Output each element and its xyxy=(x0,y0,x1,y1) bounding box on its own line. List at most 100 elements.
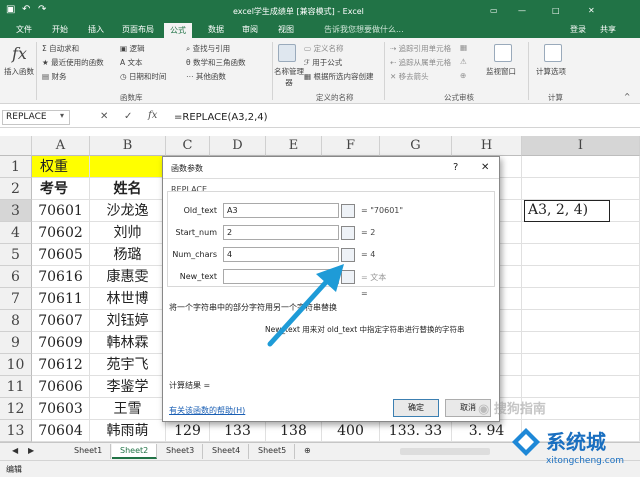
cell-a4[interactable]: 70602 xyxy=(32,222,90,244)
dialog-close-button[interactable]: ✕ xyxy=(481,162,489,173)
financial-button[interactable]: ▤ 财务 xyxy=(42,71,66,82)
collapse-ribbon-icon[interactable]: ^ xyxy=(624,92,630,101)
row-header[interactable]: 6 xyxy=(0,266,32,288)
column-header-h[interactable]: H xyxy=(452,136,522,156)
undo-icon[interactable]: ↶ xyxy=(22,4,30,15)
ok-button[interactable]: 确定 xyxy=(393,399,439,417)
row-header[interactable]: 7 xyxy=(0,288,32,310)
watch-window-button[interactable]: 监视窗口 xyxy=(486,66,516,77)
remove-arrows-button[interactable]: ✕ 移去箭头 xyxy=(390,71,429,82)
use-in-formula-button[interactable]: ℱ 用于公式 xyxy=(304,57,342,68)
sheet-tab-3[interactable]: Sheet3 xyxy=(158,444,204,459)
row-header[interactable]: 9 xyxy=(0,332,32,354)
calculator-icon[interactable] xyxy=(544,44,562,62)
tab-formulas[interactable]: 公式 xyxy=(164,23,192,38)
column-header-g[interactable]: G xyxy=(380,136,452,156)
calculation-options-button[interactable]: 计算选项 xyxy=(536,66,566,77)
sheet-tab-1[interactable]: Sheet1 xyxy=(66,444,112,459)
evaluate-formula-icon[interactable]: ⊕ xyxy=(460,71,466,80)
cell-b5[interactable]: 杨璐 xyxy=(90,244,166,266)
cell-a13[interactable]: 70604 xyxy=(32,420,90,442)
cell-a5[interactable]: 70605 xyxy=(32,244,90,266)
cancel-icon[interactable]: ✕ xyxy=(100,111,108,122)
collapse-dialog-icon[interactable] xyxy=(341,204,355,218)
cell-i2[interactable] xyxy=(522,178,640,200)
cell-b7[interactable]: 林世博 xyxy=(90,288,166,310)
cell-b3[interactable]: 沙龙逸 xyxy=(90,200,166,222)
cell-i3-editing[interactable]: A3, 2, 4) xyxy=(524,200,610,222)
cell-a2[interactable]: 考号 xyxy=(32,178,90,200)
arg-input[interactable]: 4 xyxy=(223,247,339,262)
arg-input[interactable]: A3 xyxy=(223,203,339,218)
column-header-f[interactable]: F xyxy=(322,136,380,156)
tab-insert[interactable]: 插入 xyxy=(86,24,106,35)
cell-a12[interactable]: 70603 xyxy=(32,398,90,420)
insert-function-icon[interactable]: fx xyxy=(12,44,30,63)
row-header[interactable]: 12 xyxy=(0,398,32,420)
row-header[interactable]: 13 xyxy=(0,420,32,442)
cell-a9[interactable]: 70609 xyxy=(32,332,90,354)
cell-i1[interactable] xyxy=(522,156,640,178)
cell-b11[interactable]: 李鉴学 xyxy=(90,376,166,398)
dialog-help-button[interactable]: ? xyxy=(453,162,458,173)
recent-functions-button[interactable]: ★ 最近使用的函数 xyxy=(42,57,104,68)
close-button[interactable]: ✕ xyxy=(588,6,595,15)
minimize-button[interactable]: — xyxy=(518,6,526,15)
tell-me-search[interactable]: 告诉我您想要做什么... xyxy=(322,24,406,35)
maximize-button[interactable]: □ xyxy=(552,6,560,15)
create-from-selection-button[interactable]: ▦ 根据所选内容创建 xyxy=(304,71,373,82)
select-all-corner[interactable] xyxy=(0,136,32,156)
horizontal-scrollbar[interactable] xyxy=(400,448,490,455)
row-header[interactable]: 1 xyxy=(0,156,32,178)
ribbon-display-icon[interactable]: ▭ xyxy=(490,6,498,15)
sheet-tab-4[interactable]: Sheet4 xyxy=(204,444,250,459)
name-box-dropdown-icon[interactable]: ▾ xyxy=(60,111,64,120)
row-header[interactable]: 10 xyxy=(0,354,32,376)
insert-function-button[interactable]: 插入函数 xyxy=(4,66,34,77)
cell-b13[interactable]: 韩雨萌 xyxy=(90,420,166,442)
cell-b8[interactable]: 刘钰婷 xyxy=(90,310,166,332)
cell-i5[interactable] xyxy=(522,244,640,266)
autosum-button[interactable]: Σ 自动求和 xyxy=(42,43,79,54)
tab-review[interactable]: 审阅 xyxy=(240,24,260,35)
cell-b9[interactable]: 韩林霖 xyxy=(90,332,166,354)
column-header-c[interactable]: C xyxy=(166,136,210,156)
cell-i9[interactable] xyxy=(522,332,640,354)
cell-i7[interactable] xyxy=(522,288,640,310)
cell-b10[interactable]: 苑宇飞 xyxy=(90,354,166,376)
function-help-link[interactable]: 有关该函数的帮助(H) xyxy=(169,405,245,416)
column-header-d[interactable]: D xyxy=(210,136,266,156)
row-header[interactable]: 8 xyxy=(0,310,32,332)
cell-b2[interactable]: 姓名 xyxy=(90,178,166,200)
cell-i8[interactable] xyxy=(522,310,640,332)
cell-b12[interactable]: 王雪 xyxy=(90,398,166,420)
trace-dependents-button[interactable]: ⇠ 追踪从属单元格 xyxy=(390,57,451,68)
save-icon[interactable]: ▣ xyxy=(6,4,15,15)
cell-i6[interactable] xyxy=(522,266,640,288)
other-functions-button[interactable]: ⋯ 其他函数 xyxy=(186,71,226,82)
cell-d13[interactable]: 133 xyxy=(210,420,266,442)
tab-home[interactable]: 开始 xyxy=(50,24,70,35)
cell-f13[interactable]: 400 xyxy=(322,420,380,442)
row-header[interactable]: 4 xyxy=(0,222,32,244)
cell-b1[interactable] xyxy=(90,156,166,178)
arg-input[interactable]: 2 xyxy=(223,225,339,240)
datetime-button[interactable]: ◷ 日期和时间 xyxy=(120,71,166,82)
insert-function-fx-icon[interactable]: fx xyxy=(148,110,157,121)
column-header-i[interactable]: I xyxy=(522,136,640,156)
cell-a10[interactable]: 70612 xyxy=(32,354,90,376)
name-manager-icon[interactable] xyxy=(278,44,296,62)
math-button[interactable]: θ 数学和三角函数 xyxy=(186,57,245,68)
tab-page-layout[interactable]: 页面布局 xyxy=(120,24,156,35)
collapse-dialog-icon[interactable] xyxy=(341,226,355,240)
name-manager-button[interactable]: 名称管理器 xyxy=(272,66,306,88)
row-header[interactable]: 3 xyxy=(0,200,32,222)
formula-input[interactable]: =REPLACE(A3,2,4) xyxy=(174,112,268,123)
cell-a3[interactable]: 70601 xyxy=(32,200,90,222)
cell-e13[interactable]: 138 xyxy=(266,420,322,442)
error-check-icon[interactable]: ⚠ xyxy=(460,57,467,66)
sheet-tab-2[interactable]: Sheet2 xyxy=(112,444,158,459)
column-header-e[interactable]: E xyxy=(266,136,322,156)
cell-b6[interactable]: 康惠雯 xyxy=(90,266,166,288)
sheet-tab-5[interactable]: Sheet5 xyxy=(250,444,296,459)
